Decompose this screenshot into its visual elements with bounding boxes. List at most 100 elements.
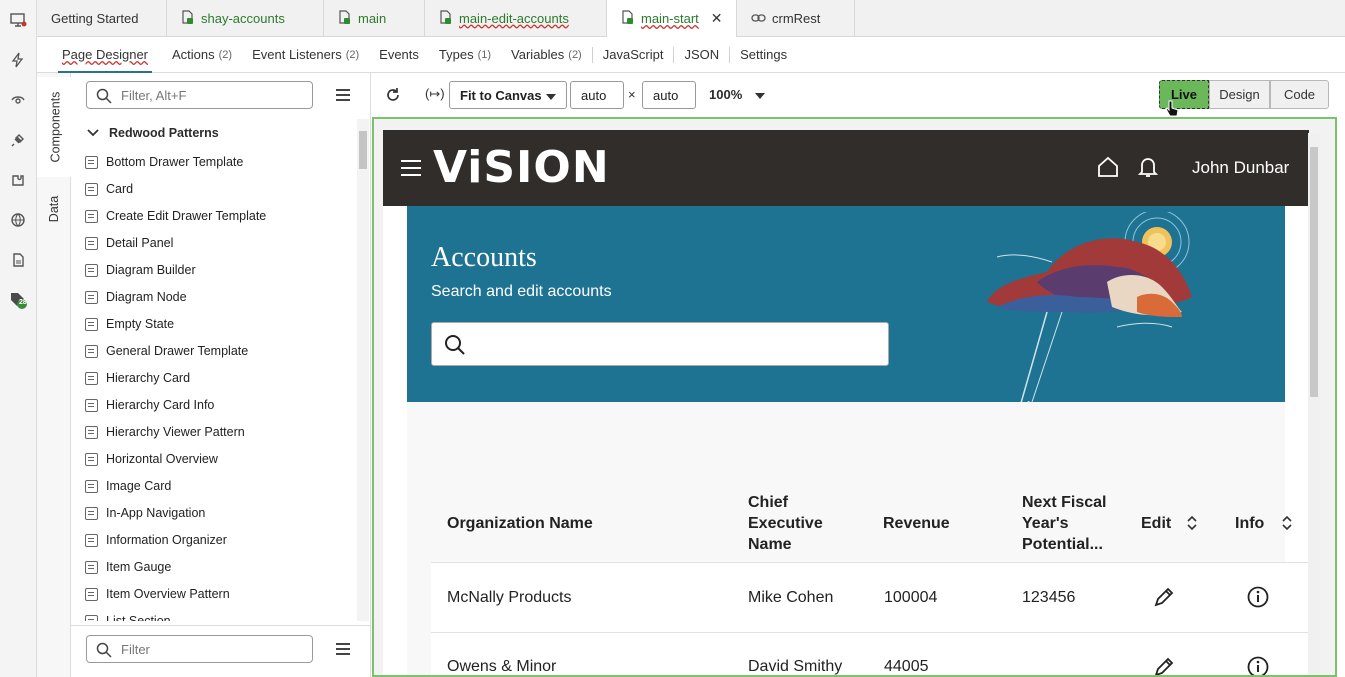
component-item[interactable]: Image Card bbox=[85, 476, 171, 496]
column-header-info[interactable]: Info bbox=[1235, 513, 1264, 534]
tab-label: Events bbox=[379, 47, 419, 62]
globe-icon[interactable] bbox=[8, 210, 28, 230]
scrollbar-thumb[interactable] bbox=[1310, 147, 1318, 397]
link-icon bbox=[751, 11, 766, 26]
width-input[interactable]: auto bbox=[570, 81, 624, 109]
document-icon[interactable] bbox=[8, 250, 28, 270]
component-item[interactable]: Item Overview Pattern bbox=[85, 584, 230, 604]
component-item[interactable]: Horizontal Overview bbox=[85, 449, 218, 469]
tab-crmrest[interactable]: crmRest bbox=[737, 0, 855, 36]
plug-icon[interactable] bbox=[8, 130, 28, 150]
column-header-ceo-line3[interactable]: Name bbox=[748, 534, 792, 555]
tab-main-start[interactable]: main-start ✕ bbox=[607, 0, 737, 37]
home-icon[interactable] bbox=[1097, 156, 1119, 181]
tab-events[interactable]: Events bbox=[369, 37, 429, 73]
component-item[interactable]: Create Edit Drawer Template bbox=[85, 206, 266, 226]
tab-components[interactable]: Components bbox=[37, 77, 71, 177]
sort-icon[interactable] bbox=[1187, 515, 1197, 533]
tab-settings[interactable]: Settings bbox=[730, 37, 797, 73]
component-label: Detail Panel bbox=[106, 236, 174, 250]
component-icon bbox=[85, 560, 98, 574]
tab-label: main bbox=[358, 10, 387, 26]
component-item[interactable]: Hierarchy Viewer Pattern bbox=[85, 422, 245, 442]
tag-icon[interactable]: 28 bbox=[8, 290, 28, 310]
scrollbar-thumb[interactable] bbox=[359, 131, 367, 169]
canvas-scrollbar[interactable] bbox=[1308, 133, 1320, 675]
tab-getting-started[interactable]: Getting Started bbox=[37, 0, 167, 36]
component-item[interactable]: Card bbox=[85, 179, 133, 199]
refresh-icon[interactable] bbox=[384, 86, 402, 107]
cell-ceo: David Smithy bbox=[748, 658, 843, 675]
component-label: Empty State bbox=[106, 317, 175, 331]
tab-label: Getting Started bbox=[51, 10, 139, 26]
group-label: Redwood Patterns bbox=[109, 126, 219, 140]
bottom-filter-input[interactable]: Filter bbox=[86, 635, 313, 663]
height-input[interactable]: auto bbox=[642, 81, 696, 109]
tab-label: shay-accounts bbox=[201, 10, 285, 26]
search-input[interactable] bbox=[431, 322, 889, 366]
tab-json[interactable]: JSON bbox=[674, 37, 729, 73]
close-icon[interactable]: ✕ bbox=[711, 10, 723, 27]
info-icon[interactable] bbox=[1247, 586, 1269, 611]
column-header-next-line3[interactable]: Potential... bbox=[1022, 534, 1103, 555]
tab-variables[interactable]: Variables (2) bbox=[501, 37, 592, 73]
column-header-revenue[interactable]: Revenue bbox=[883, 513, 950, 534]
component-icon[interactable] bbox=[8, 170, 28, 190]
eye-icon[interactable] bbox=[8, 90, 28, 110]
user-name[interactable]: John Dunbar bbox=[1192, 158, 1289, 178]
component-item[interactable]: General Drawer Template bbox=[85, 341, 248, 361]
menu-icon[interactable] bbox=[336, 643, 350, 655]
column-header-org[interactable]: Organization Name bbox=[447, 513, 593, 534]
column-header-next-line1[interactable]: Next Fiscal bbox=[1022, 492, 1106, 513]
panel-scrollbar[interactable] bbox=[357, 119, 369, 621]
column-header-next-line2[interactable]: Year's bbox=[1022, 513, 1069, 534]
column-header-ceo-line2[interactable]: Executive bbox=[748, 513, 823, 534]
tab-shay-accounts[interactable]: shay-accounts bbox=[167, 0, 324, 36]
design-button[interactable]: Design bbox=[1209, 80, 1270, 109]
pencil-icon[interactable] bbox=[1153, 586, 1175, 611]
tab-label: main-start bbox=[641, 11, 699, 26]
hamburger-icon[interactable] bbox=[401, 160, 421, 176]
filter-placeholder: Filter, Alt+F bbox=[121, 87, 187, 103]
design-canvas[interactable]: ViSION John Dunbar Accounts Search and e… bbox=[372, 117, 1337, 677]
tag-badge: 28 bbox=[19, 299, 27, 306]
tab-event-listeners[interactable]: Event Listeners (2) bbox=[242, 37, 369, 73]
tab-javascript[interactable]: JavaScript bbox=[593, 37, 674, 73]
file-tab-bar: Getting Started shay-accounts main main-… bbox=[37, 0, 1345, 37]
menu-icon[interactable] bbox=[336, 89, 350, 101]
component-item[interactable]: Bottom Drawer Template bbox=[85, 152, 243, 172]
component-item[interactable]: Detail Panel bbox=[85, 233, 173, 253]
lightning-icon[interactable] bbox=[8, 50, 28, 70]
component-item[interactable]: Diagram Node bbox=[85, 287, 187, 307]
table-row[interactable] bbox=[431, 633, 1309, 675]
sort-icon[interactable] bbox=[1282, 515, 1292, 533]
component-item[interactable]: List Section bbox=[85, 611, 171, 621]
group-redwood-patterns[interactable]: Redwood Patterns bbox=[87, 123, 219, 143]
tab-main[interactable]: main bbox=[324, 0, 425, 36]
component-filter-input[interactable]: Filter, Alt+F bbox=[86, 81, 313, 109]
component-item[interactable]: Hierarchy Card bbox=[85, 368, 190, 388]
component-item[interactable]: Hierarchy Card Info bbox=[85, 395, 214, 415]
button-label: Design bbox=[1219, 87, 1260, 102]
tab-actions[interactable]: Actions (2) bbox=[162, 37, 242, 73]
component-icon bbox=[85, 344, 98, 358]
tab-types[interactable]: Types (1) bbox=[429, 37, 501, 73]
bell-icon[interactable] bbox=[1137, 156, 1159, 181]
monitor-icon[interactable] bbox=[8, 10, 28, 30]
component-item[interactable]: Item Gauge bbox=[85, 557, 171, 577]
code-button[interactable]: Code bbox=[1270, 80, 1329, 109]
tab-page-designer[interactable]: Page Designer bbox=[52, 37, 158, 74]
component-item[interactable]: In-App Navigation bbox=[85, 503, 205, 523]
component-item[interactable]: Empty State bbox=[85, 314, 174, 334]
tab-main-edit-accounts[interactable]: main-edit-accounts bbox=[425, 0, 607, 36]
component-item[interactable]: Information Organizer bbox=[85, 530, 227, 550]
column-header-ceo-line1[interactable]: Chief bbox=[748, 492, 788, 513]
zoom-select[interactable]: 100% bbox=[709, 87, 766, 102]
fit-to-canvas-select[interactable]: Fit to Canvas bbox=[449, 81, 567, 109]
column-header-edit[interactable]: Edit bbox=[1141, 513, 1171, 534]
expression-icon[interactable]: (↦) bbox=[425, 86, 445, 102]
pencil-icon[interactable] bbox=[1153, 656, 1175, 675]
component-item[interactable]: Diagram Builder bbox=[85, 260, 196, 280]
info-icon[interactable] bbox=[1247, 656, 1269, 675]
tab-data[interactable]: Data bbox=[37, 187, 71, 231]
